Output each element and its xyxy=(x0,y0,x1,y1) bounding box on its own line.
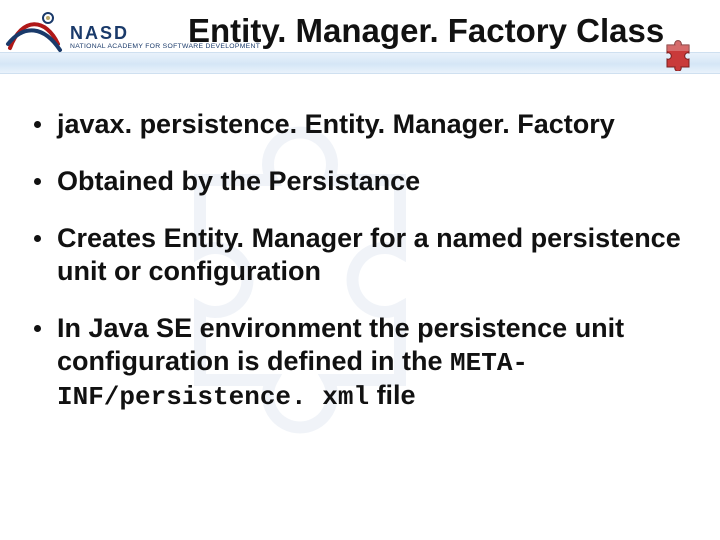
bullet-dot-icon xyxy=(34,325,41,332)
bullet-text-post: file xyxy=(369,380,416,410)
bullet-text: javax. persistence. Entity. Manager. Fac… xyxy=(57,108,690,141)
bullet-dot-icon xyxy=(34,178,41,185)
logo-mark xyxy=(4,6,64,62)
bullet-dot-icon xyxy=(34,121,41,128)
bullet-text: Obtained by the Persistance xyxy=(57,165,690,198)
slide: NASD NATIONAL ACADEMY FOR SOFTWARE DEVEL… xyxy=(0,0,720,540)
bullet-item: javax. persistence. Entity. Manager. Fac… xyxy=(34,108,690,141)
bullet-item: Obtained by the Persistance xyxy=(34,165,690,198)
bullet-text: Creates Entity. Manager for a named pers… xyxy=(57,222,690,288)
bullet-item: In Java SE environment the persistence u… xyxy=(34,312,690,414)
slide-title: Entity. Manager. Factory Class xyxy=(188,12,708,50)
bullet-dot-icon xyxy=(34,235,41,242)
header: NASD NATIONAL ACADEMY FOR SOFTWARE DEVEL… xyxy=(0,0,720,78)
puzzle-piece-icon xyxy=(662,39,694,71)
bullet-text: In Java SE environment the persistence u… xyxy=(57,312,690,414)
bullet-text-pre: In Java SE environment the persistence u… xyxy=(57,313,624,376)
bullet-list: javax. persistence. Entity. Manager. Fac… xyxy=(34,108,690,438)
bullet-item: Creates Entity. Manager for a named pers… xyxy=(34,222,690,288)
